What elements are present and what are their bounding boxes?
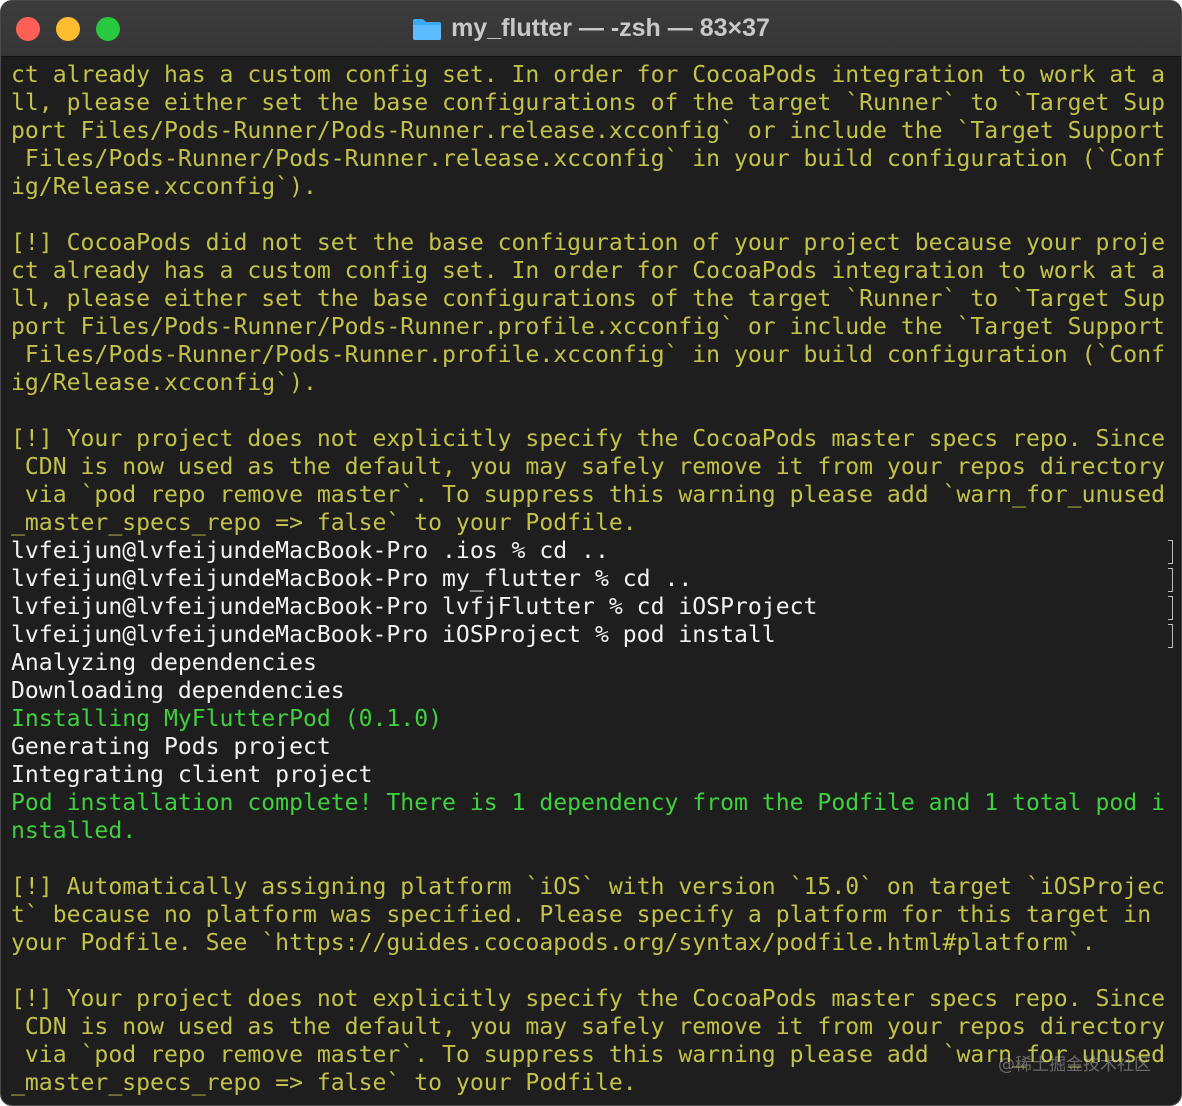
folder-icon [413,18,442,40]
output-line: ig/Release.xcconfig`). [11,370,317,396]
output-line: port Files/Pods-Runner/Pods-Runner.profi… [11,314,1165,340]
output-line: ll, please either set the base configura… [11,286,1165,312]
output-line: t` because no platform was specified. Pl… [11,902,1152,928]
output-line: ll, please either set the base configura… [11,90,1165,116]
output-line: Analyzing dependencies [11,650,317,676]
output-line: [!] CocoaPods did not set the base confi… [11,230,1165,256]
prompt-line: lvfeijun@lvfeijundeMacBook-Pro iOSProjec… [11,621,1175,649]
output-line: Pod installation complete! There is 1 de… [11,790,1165,816]
title-bar[interactable]: my_flutter — -zsh — 83×37 [1,1,1181,57]
output-line: via `pod repo remove master`. To suppres… [11,482,1165,508]
prompt-line: lvfeijun@lvfeijundeMacBook-Pro my_flutte… [11,565,1175,593]
output-line: port Files/Pods-Runner/Pods-Runner.relea… [11,118,1165,144]
output-line: [!] Your project does not explicitly spe… [11,426,1165,452]
output-line: Files/Pods-Runner/Pods-Runner.release.xc… [11,146,1165,172]
output-line: ct already has a custom config set. In o… [11,258,1165,284]
window-title-container: my_flutter — -zsh — 83×37 [1,1,1181,56]
terminal-output[interactable]: ct already has a custom config set. In o… [11,61,1175,1101]
output-line: Generating Pods project [11,734,331,760]
output-line: ct already has a custom config set. In o… [11,62,1165,88]
output-line: Downloading dependencies [11,678,345,704]
output-line: _master_specs_repo => false` to your Pod… [11,510,637,536]
output-line: Integrating client project [11,762,373,788]
output-line: [!] Your project does not explicitly spe… [11,986,1165,1012]
output-line: CDN is now used as the default, you may … [11,1014,1165,1040]
output-line: ig/Release.xcconfig`). [11,174,317,200]
output-line: [!] Automatically assigning platform `iO… [11,874,1165,900]
output-line: nstalled. [11,818,137,844]
watermark: @稀土掘金技术社区 [998,1055,1151,1075]
terminal-window: my_flutter — -zsh — 83×37 ct already has… [0,0,1182,1106]
output-line: Installing MyFlutterPod (0.1.0) [11,706,443,732]
prompt-line: lvfeijun@lvfeijundeMacBook-Pro lvfjFlutt… [11,593,1175,621]
output-line: your Podfile. See `https://guides.cocoap… [11,930,1096,956]
output-line: Files/Pods-Runner/Pods-Runner.profile.xc… [11,342,1165,368]
prompt-line: lvfeijun@lvfeijundeMacBook-Pro .ios % cd… [11,537,1175,565]
output-line: CDN is now used as the default, you may … [11,454,1165,480]
window-title: my_flutter — -zsh — 83×37 [451,14,770,42]
